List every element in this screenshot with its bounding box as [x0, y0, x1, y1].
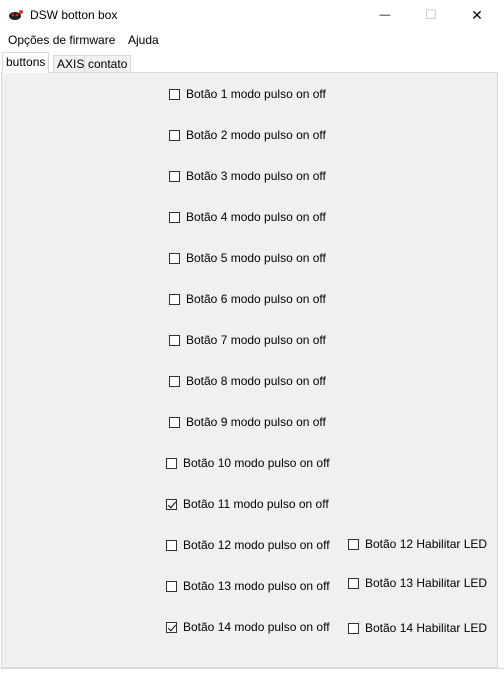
- checkbox-label: Botão 4 modo pulso on off: [186, 210, 326, 224]
- tab-contato[interactable]: contato: [84, 55, 132, 72]
- checkbox-label: Botão 11 modo pulso on off: [183, 497, 329, 511]
- led-checkbox-12[interactable]: Botão 12 Habilitar LED: [348, 536, 487, 552]
- maximize-button[interactable]: ☐: [408, 0, 454, 30]
- checkbox-box[interactable]: [166, 498, 177, 510]
- checkbox-box[interactable]: [169, 211, 180, 223]
- checkbox-box[interactable]: [169, 129, 180, 141]
- mode-checkbox-12[interactable]: Botão 12 modo pulso on off: [166, 537, 330, 553]
- checkbox-label: Botão 10 modo pulso on off: [183, 456, 330, 470]
- checkbox-box[interactable]: [348, 577, 359, 589]
- title-bar: DSW botton box — ☐ ✕: [0, 0, 504, 30]
- checkbox-box[interactable]: [348, 538, 359, 550]
- mode-checkbox-10[interactable]: Botão 10 modo pulso on off: [166, 455, 330, 471]
- checkbox-box[interactable]: [169, 416, 180, 428]
- checkbox-label: Botão 1 modo pulso on off: [186, 87, 326, 101]
- checkbox-box[interactable]: [169, 375, 180, 387]
- menu-bar: Opções de firmware Ajuda: [0, 30, 504, 50]
- close-icon: ✕: [471, 6, 483, 23]
- mode-checkbox-1[interactable]: Botão 1 modo pulso on off: [169, 86, 326, 102]
- mode-checkbox-11[interactable]: Botão 11 modo pulso on off: [166, 496, 329, 512]
- mode-checkbox-6[interactable]: Botão 6 modo pulso on off: [169, 291, 326, 307]
- checkbox-label: Botão 13 modo pulso on off: [183, 579, 330, 593]
- tab-buttons[interactable]: buttons: [2, 52, 50, 73]
- checkbox-box[interactable]: [169, 88, 180, 100]
- checkbox-label: Botão 12 modo pulso on off: [183, 538, 330, 552]
- checkbox-box[interactable]: [166, 539, 177, 551]
- checkbox-box[interactable]: [169, 170, 180, 182]
- led-checkbox-13[interactable]: Botão 13 Habilitar LED: [348, 575, 487, 591]
- checkbox-box[interactable]: [169, 334, 180, 346]
- mode-checkbox-14[interactable]: Botão 14 modo pulso on off: [166, 619, 330, 635]
- checkbox-label: Botão 14 modo pulso on off: [183, 620, 330, 634]
- window-title: DSW botton box: [30, 8, 118, 22]
- checkbox-label: Botão 9 modo pulso on off: [186, 415, 326, 429]
- checkbox-box[interactable]: [166, 580, 177, 592]
- app-icon: [9, 10, 23, 20]
- checkbox-label: Botão 7 modo pulso on off: [186, 333, 326, 347]
- checkbox-box[interactable]: [166, 457, 177, 469]
- menu-help[interactable]: Ajuda: [128, 33, 159, 47]
- mode-checkbox-4[interactable]: Botão 4 modo pulso on off: [169, 209, 326, 225]
- checkbox-label: Botão 3 modo pulso on off: [186, 169, 326, 183]
- minimize-icon: —: [379, 9, 391, 21]
- checkbox-label: Botão 5 modo pulso on off: [186, 251, 326, 265]
- maximize-icon: ☐: [425, 7, 437, 22]
- mode-checkbox-13[interactable]: Botão 13 modo pulso on off: [166, 578, 330, 594]
- checkbox-label: Botão 13 Habilitar LED: [365, 576, 488, 590]
- mode-checkbox-9[interactable]: Botão 9 modo pulso on off: [169, 414, 326, 430]
- mode-checkbox-2[interactable]: Botão 2 modo pulso on off: [169, 127, 326, 143]
- close-button[interactable]: ✕: [454, 0, 500, 30]
- checkbox-box[interactable]: [348, 622, 359, 634]
- checkbox-label: Botão 6 modo pulso on off: [186, 292, 326, 306]
- checkbox-label: Botão 8 modo pulso on off: [186, 374, 326, 388]
- mode-checkbox-8[interactable]: Botão 8 modo pulso on off: [169, 373, 326, 389]
- mode-checkbox-7[interactable]: Botão 7 modo pulso on off: [169, 332, 326, 348]
- checkbox-box[interactable]: [166, 621, 177, 633]
- led-checkbox-14[interactable]: Botão 14 Habilitar LED: [348, 620, 487, 636]
- minimize-button[interactable]: —: [362, 0, 408, 30]
- checkbox-label: Botão 14 Habilitar LED: [365, 621, 488, 635]
- mode-checkbox-3[interactable]: Botão 3 modo pulso on off: [169, 168, 326, 184]
- menu-firmware-options[interactable]: Opções de firmware: [8, 33, 115, 47]
- checkbox-label: Botão 12 Habilitar LED: [365, 537, 488, 551]
- checkbox-box[interactable]: [169, 293, 180, 305]
- checkbox-box[interactable]: [169, 252, 180, 264]
- mode-checkbox-5[interactable]: Botão 5 modo pulso on off: [169, 250, 326, 266]
- checkbox-label: Botão 2 modo pulso on off: [186, 128, 326, 142]
